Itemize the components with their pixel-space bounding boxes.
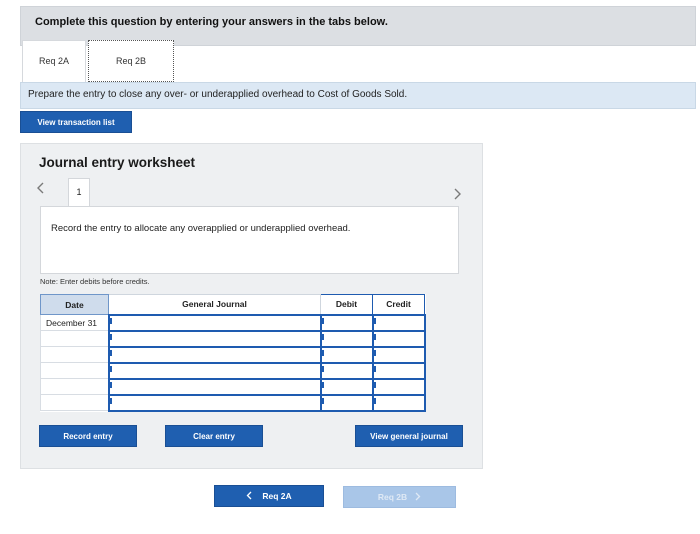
date-cell: December 31 bbox=[40, 314, 109, 331]
general-journal-input[interactable] bbox=[107, 329, 322, 348]
debit-input[interactable] bbox=[319, 393, 374, 412]
debit-input[interactable] bbox=[319, 377, 374, 396]
debit-input[interactable] bbox=[319, 345, 374, 364]
column-header-date: Date bbox=[40, 294, 109, 315]
table-row bbox=[40, 393, 426, 412]
general-journal-input[interactable] bbox=[107, 345, 322, 364]
prompt-text: Prepare the entry to close any over- or … bbox=[28, 89, 408, 100]
tab-req-2b[interactable]: Req 2B bbox=[88, 40, 174, 82]
date-cell bbox=[40, 346, 109, 363]
column-header-general-journal: General Journal bbox=[108, 294, 321, 315]
column-header-debit: Debit bbox=[320, 294, 373, 315]
table-row: December 31 bbox=[40, 313, 426, 332]
table-row bbox=[40, 377, 426, 396]
table-row bbox=[40, 329, 426, 348]
note-text: Note: Enter debits before credits. bbox=[40, 277, 150, 286]
next-requirement-button[interactable]: Req 2B bbox=[343, 486, 456, 508]
requirement-tabs: Req 2A Req 2B bbox=[20, 40, 700, 82]
view-general-journal-button[interactable]: View general journal bbox=[355, 425, 463, 447]
view-transaction-list-button[interactable]: View transaction list bbox=[20, 111, 132, 133]
credit-input[interactable] bbox=[371, 393, 426, 412]
chevron-right-icon[interactable] bbox=[454, 187, 462, 203]
step-tab-1[interactable]: 1 bbox=[68, 178, 90, 206]
tab-req-2a[interactable]: Req 2A bbox=[22, 40, 86, 82]
chevron-right-icon bbox=[415, 492, 421, 503]
debit-input[interactable] bbox=[319, 329, 374, 348]
record-entry-button[interactable]: Record entry bbox=[39, 425, 137, 447]
credit-input[interactable] bbox=[371, 361, 426, 380]
table-row bbox=[40, 345, 426, 364]
journal-table-header: Date General Journal Debit Credit bbox=[40, 294, 425, 315]
credit-input[interactable] bbox=[371, 345, 426, 364]
journal-table: Date General Journal Debit Credit Decemb… bbox=[40, 294, 426, 412]
date-cell bbox=[40, 378, 109, 395]
general-journal-input[interactable] bbox=[107, 313, 322, 332]
debit-input[interactable] bbox=[319, 313, 374, 332]
prev-requirement-button[interactable]: Req 2A bbox=[214, 485, 324, 507]
general-journal-input[interactable] bbox=[107, 377, 322, 396]
debit-input[interactable] bbox=[319, 361, 374, 380]
column-header-credit: Credit bbox=[372, 294, 425, 315]
question-prompt: Prepare the entry to close any over- or … bbox=[20, 82, 696, 109]
prev-requirement-label: Req 2A bbox=[262, 491, 292, 501]
date-cell bbox=[40, 330, 109, 347]
credit-input[interactable] bbox=[371, 313, 426, 332]
clear-entry-button[interactable]: Clear entry bbox=[165, 425, 263, 447]
worksheet-title: Journal entry worksheet bbox=[39, 155, 196, 170]
record-instruction-text: Record the entry to allocate any overapp… bbox=[51, 223, 351, 234]
chevron-left-icon[interactable] bbox=[36, 181, 44, 197]
date-cell bbox=[40, 394, 109, 411]
general-journal-input[interactable] bbox=[107, 393, 322, 412]
next-requirement-label: Req 2B bbox=[377, 492, 408, 502]
general-journal-input[interactable] bbox=[107, 361, 322, 380]
record-instruction-box: Record the entry to allocate any overapp… bbox=[40, 206, 459, 274]
credit-input[interactable] bbox=[371, 329, 426, 348]
instructions-text: Complete this question by entering your … bbox=[35, 16, 388, 28]
date-cell bbox=[40, 362, 109, 379]
credit-input[interactable] bbox=[371, 377, 426, 396]
table-row bbox=[40, 361, 426, 380]
journal-entry-worksheet: Journal entry worksheet 1 Record the ent… bbox=[20, 143, 483, 469]
chevron-left-icon bbox=[246, 491, 252, 502]
